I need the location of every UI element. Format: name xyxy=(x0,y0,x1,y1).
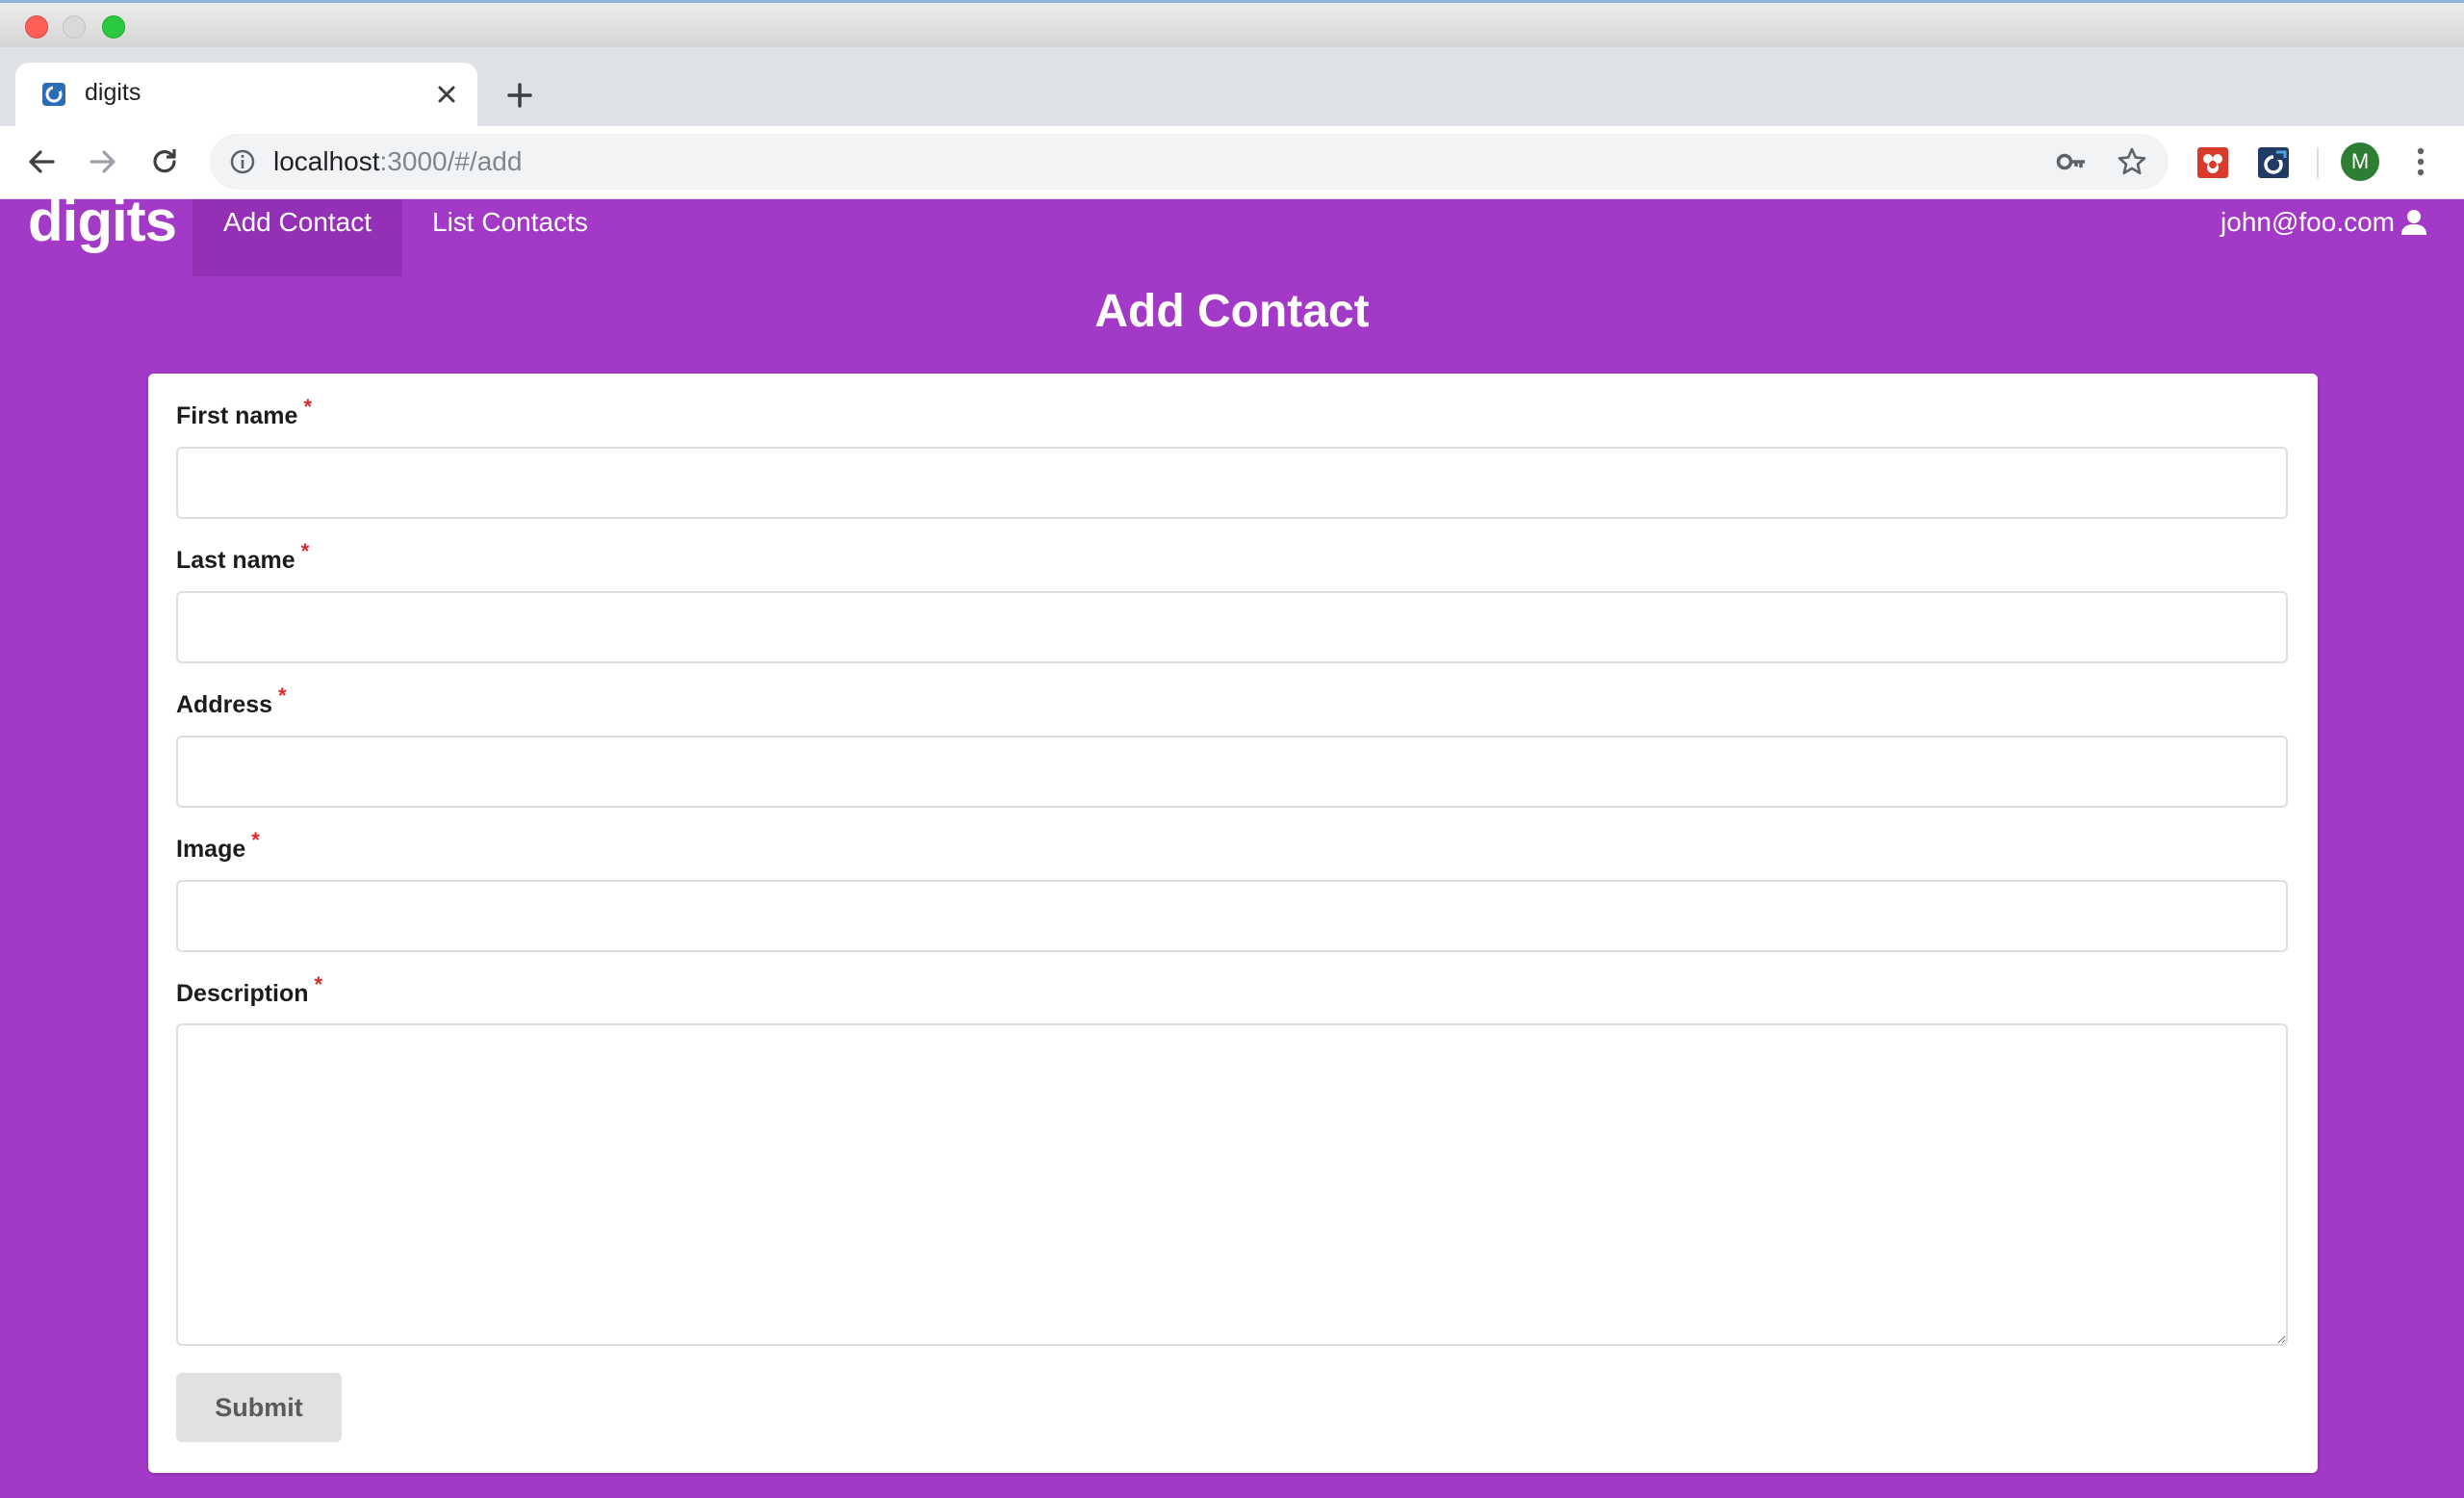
forward-icon[interactable] xyxy=(86,144,120,179)
description-label-text: Description xyxy=(176,980,309,1007)
info-icon[interactable] xyxy=(229,148,256,175)
first-name-label-text: First name xyxy=(176,402,298,429)
image-input[interactable] xyxy=(176,880,2288,952)
site-favicon-icon xyxy=(42,83,65,106)
new-tab-icon[interactable] xyxy=(502,78,537,113)
image-label: Image * xyxy=(176,828,260,864)
url-text: localhost:3000/#/add xyxy=(273,146,522,177)
address-label: Address * xyxy=(176,684,287,719)
extension-icon[interactable] xyxy=(2257,146,2290,179)
key-icon[interactable] xyxy=(2056,148,2087,175)
window-minimize-button[interactable] xyxy=(63,15,86,39)
user-icon xyxy=(2401,210,2426,235)
last-name-input[interactable] xyxy=(176,591,2288,663)
required-marker: * xyxy=(251,828,260,852)
reload-icon[interactable] xyxy=(147,144,182,179)
required-marker: * xyxy=(300,539,310,563)
address-input[interactable] xyxy=(176,736,2288,808)
user-email: john@foo.com xyxy=(2220,207,2395,237)
user-menu[interactable]: john@foo.com xyxy=(2220,207,2427,238)
brand-logo[interactable]: digits xyxy=(28,188,177,254)
address-label-text: Address xyxy=(176,691,273,718)
toolbar-divider xyxy=(2317,147,2319,178)
window-close-button[interactable] xyxy=(25,15,48,39)
nav-list-contacts[interactable]: List Contacts xyxy=(432,199,588,276)
page-title: Add Contact xyxy=(1094,286,1370,337)
star-icon[interactable] xyxy=(2117,146,2147,177)
tab-close-icon[interactable] xyxy=(433,81,460,108)
url-path: :3000/#/add xyxy=(379,146,523,176)
address-bar[interactable]: localhost:3000/#/add xyxy=(210,134,2169,190)
required-marker: * xyxy=(303,395,312,419)
description-textarea[interactable] xyxy=(176,1023,2288,1346)
description-label: Description * xyxy=(176,972,322,1008)
last-name-label-text: Last name xyxy=(176,547,295,574)
required-marker: * xyxy=(278,684,287,708)
back-icon[interactable] xyxy=(24,144,59,179)
nav-add-contact[interactable]: Add Contact xyxy=(192,199,402,276)
last-name-label: Last name * xyxy=(176,539,309,575)
submit-button[interactable]: Submit xyxy=(176,1373,342,1442)
window-titlebar xyxy=(0,0,2464,47)
browser-tab[interactable]: digits xyxy=(15,63,477,126)
url-host: localhost xyxy=(273,146,380,176)
profile-avatar[interactable]: M xyxy=(2341,142,2379,181)
image-label-text: Image xyxy=(176,836,246,863)
tab-title: digits xyxy=(85,79,141,106)
app-navbar: digits Add Contact List Contacts john@fo… xyxy=(0,189,2464,276)
first-name-label: First name * xyxy=(176,395,312,430)
window-zoom-button[interactable] xyxy=(102,15,125,39)
required-marker: * xyxy=(314,972,323,996)
extension-icon[interactable] xyxy=(2196,146,2229,179)
first-name-input[interactable] xyxy=(176,447,2288,519)
menu-icon[interactable] xyxy=(2406,142,2435,181)
tab-strip: digits xyxy=(0,47,2464,126)
add-contact-form: First name * Last name * Address * Image * D… xyxy=(148,374,2318,1473)
browser-toolbar: localhost:3000/#/add M xyxy=(0,126,2464,199)
